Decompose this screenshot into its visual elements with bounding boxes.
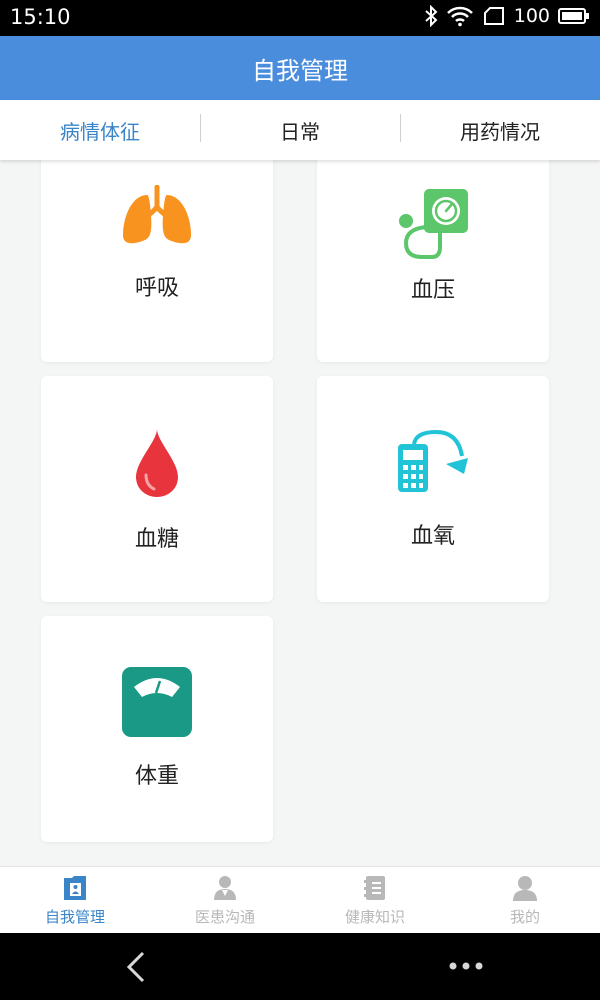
tab-label: 病情体征 <box>60 119 140 144</box>
battery-icon <box>558 8 589 24</box>
nav-label: 我的 <box>509 908 540 926</box>
tab-medication[interactable]: 用药情况 <box>400 113 600 145</box>
nav-label: 自我管理 <box>44 908 105 926</box>
card-blood-pressure[interactable]: 血压 <box>317 160 549 362</box>
battery-level: 100 <box>513 5 550 27</box>
self-management-icon <box>64 876 86 900</box>
nav-label: 健康知识 <box>344 908 405 926</box>
bluetooth-icon <box>425 5 438 27</box>
nav-label: 医患沟通 <box>194 908 255 926</box>
app-bar: 自我管理 <box>0 36 600 100</box>
status-bar: 15:10 100 <box>0 0 600 36</box>
blood-drop-icon <box>136 429 178 497</box>
doctor-icon <box>214 876 236 900</box>
card-label: 血糖 <box>134 527 179 552</box>
nav-health-knowledge[interactable]: 健康知识 <box>300 867 450 934</box>
blood-pressure-monitor-icon <box>399 189 468 259</box>
user-icon <box>513 876 537 901</box>
card-label: 血氧 <box>410 524 455 549</box>
card-label: 体重 <box>134 764 179 789</box>
nav-self-management[interactable]: 自我管理 <box>0 867 150 934</box>
back-icon[interactable] <box>124 951 148 983</box>
card-label: 血压 <box>410 278 455 303</box>
vital-signs-grid: 呼吸 血压 血糖 血氧 体重 <box>0 160 600 866</box>
no-sim-icon <box>483 7 504 25</box>
card-respiration[interactable]: 呼吸 <box>41 160 273 362</box>
tab-bar: 病情体征 日常 用药情况 <box>0 100 600 160</box>
more-icon[interactable] <box>448 961 484 971</box>
page-title: 自我管理 <box>252 56 348 85</box>
card-weight[interactable]: 体重 <box>41 616 273 842</box>
card-blood-oxygen[interactable]: 血氧 <box>317 376 549 602</box>
system-nav-bar <box>0 933 600 1000</box>
tab-condition-signs[interactable]: 病情体征 <box>0 116 200 145</box>
nav-mine[interactable]: 我的 <box>450 867 600 934</box>
card-label: 呼吸 <box>134 276 179 301</box>
wifi-icon <box>446 6 473 27</box>
nav-doctor-communication[interactable]: 医患沟通 <box>150 867 300 934</box>
tab-daily[interactable]: 日常 <box>200 113 400 145</box>
lungs-icon <box>123 185 191 244</box>
tab-label: 用药情况 <box>460 119 540 144</box>
tab-label: 日常 <box>280 119 320 144</box>
notebook-icon <box>364 876 385 900</box>
status-time: 15:10 <box>10 5 71 29</box>
card-blood-glucose[interactable]: 血糖 <box>41 376 273 602</box>
weighing-scale-icon <box>122 667 192 737</box>
bottom-nav: 自我管理 医患沟通 健康知识 我的 <box>0 866 600 934</box>
pulse-oximeter-icon <box>398 430 468 492</box>
